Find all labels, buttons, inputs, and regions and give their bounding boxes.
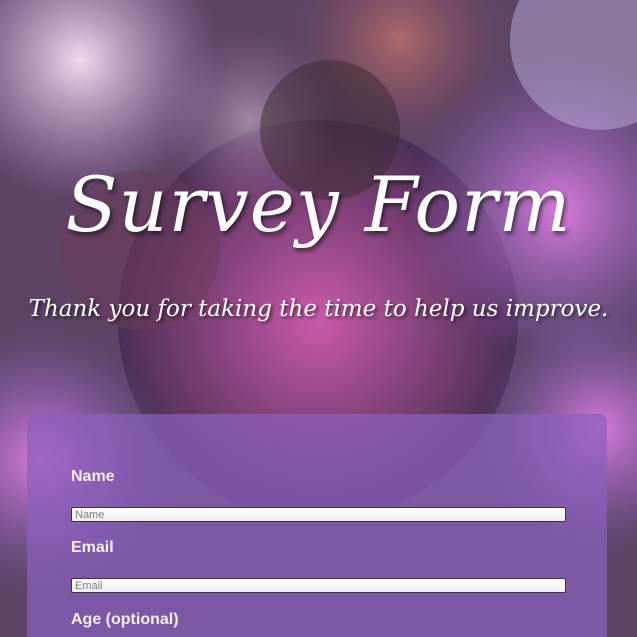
age-label: Age (optional) (71, 611, 179, 628)
page-subtitle: Thank you for taking the time to help us… (28, 296, 609, 322)
survey-form: Name Email Age (optional) (27, 414, 607, 637)
name-input[interactable] (71, 507, 566, 522)
email-label: Email (71, 539, 114, 556)
page-title: Survey Form (65, 160, 572, 249)
email-input[interactable] (71, 578, 566, 593)
name-label: Name (71, 468, 115, 485)
